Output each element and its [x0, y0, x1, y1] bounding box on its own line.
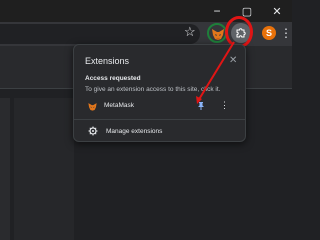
- popup-divider: [74, 119, 245, 120]
- access-requested-heading: Access requested: [85, 75, 141, 82]
- access-requested-description: To give an extension access to this site…: [85, 86, 221, 93]
- address-bar[interactable]: [0, 24, 200, 44]
- pin-icon[interactable]: [196, 101, 206, 111]
- minimize-icon[interactable]: −: [202, 0, 232, 22]
- browser-menu-icon[interactable]: ⋮: [280, 25, 292, 41]
- extension-item-metamask[interactable]: MetaMask ⋮: [74, 98, 245, 114]
- manage-extensions-button[interactable]: Manage extensions: [74, 123, 245, 139]
- browser-toolbar: ☆ S ⋮: [0, 16, 292, 48]
- extensions-popup: Extensions ✕ Access requested To give an…: [73, 44, 246, 142]
- page-sidebar: [0, 98, 10, 240]
- manage-extensions-label: Manage extensions: [106, 128, 163, 135]
- extension-name: MetaMask: [104, 102, 134, 109]
- close-icon[interactable]: ✕: [229, 55, 237, 66]
- popup-title: Extensions: [85, 56, 130, 66]
- metamask-fox-icon[interactable]: [210, 26, 226, 42]
- profile-avatar[interactable]: S: [262, 26, 276, 40]
- metamask-fox-icon: [88, 103, 97, 111]
- close-icon[interactable]: ✕: [262, 0, 292, 22]
- title-bar: − ▢ ✕: [0, 0, 292, 22]
- more-options-icon[interactable]: ⋮: [220, 99, 229, 111]
- page-panel: [14, 98, 74, 240]
- gear-icon: [88, 126, 98, 136]
- bookmark-star-icon[interactable]: ☆: [184, 25, 196, 39]
